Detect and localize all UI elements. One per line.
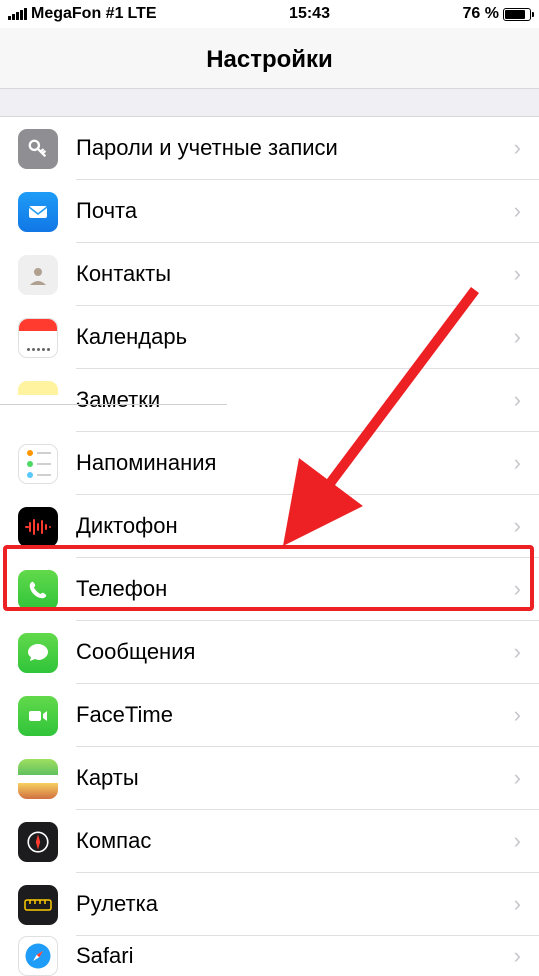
row-facetime[interactable]: FaceTime ›	[0, 684, 539, 747]
row-compass[interactable]: Компас ›	[0, 810, 539, 873]
compass-icon	[18, 822, 58, 862]
row-passwords[interactable]: Пароли и учетные записи ›	[0, 117, 539, 180]
row-voicememo[interactable]: Диктофон ›	[0, 495, 539, 558]
chevron-right-icon: ›	[514, 513, 521, 539]
key-icon	[18, 129, 58, 169]
chevron-right-icon: ›	[514, 261, 521, 287]
chevron-right-icon: ›	[514, 135, 521, 161]
facetime-icon	[18, 696, 58, 736]
row-label: Календарь	[76, 324, 187, 350]
chevron-right-icon: ›	[514, 943, 521, 969]
clock: 15:43	[157, 5, 463, 23]
page-title: Настройки	[0, 28, 539, 89]
safari-icon	[18, 936, 58, 976]
row-label: Телефон	[76, 576, 167, 602]
row-label: Safari	[76, 943, 133, 969]
chevron-right-icon: ›	[514, 891, 521, 917]
reminders-icon	[18, 444, 58, 484]
chevron-right-icon: ›	[514, 198, 521, 224]
signal-icon	[8, 8, 27, 20]
row-label: Сообщения	[76, 639, 195, 665]
carrier-label: MegaFon #1	[31, 5, 123, 23]
chevron-right-icon: ›	[514, 639, 521, 665]
phone-icon	[18, 570, 58, 610]
row-label: Компас	[76, 828, 151, 854]
row-notes[interactable]: Заметки ›	[0, 369, 539, 432]
row-safari[interactable]: Safari ›	[0, 936, 539, 976]
battery-icon	[503, 8, 531, 21]
settings-list: Пароли и учетные записи › Почта › Контакты…	[0, 117, 539, 976]
waveform-icon	[18, 507, 58, 547]
row-label: Пароли и учетные записи	[76, 135, 338, 161]
row-phone[interactable]: Телефон ›	[0, 558, 539, 621]
row-measure[interactable]: Рулетка ›	[0, 873, 539, 936]
mail-icon	[18, 192, 58, 232]
row-reminders[interactable]: Напоминания ›	[0, 432, 539, 495]
row-label: Заметки	[76, 387, 160, 413]
chevron-right-icon: ›	[514, 387, 521, 413]
calendar-icon	[18, 318, 58, 358]
chevron-right-icon: ›	[514, 576, 521, 602]
chevron-right-icon: ›	[514, 450, 521, 476]
battery-percent: 76 %	[463, 5, 499, 23]
chevron-right-icon: ›	[514, 324, 521, 350]
row-label: Контакты	[76, 261, 171, 287]
row-label: Почта	[76, 198, 137, 224]
maps-icon	[18, 759, 58, 799]
notes-icon	[18, 381, 58, 421]
messages-icon	[18, 633, 58, 673]
row-calendar[interactable]: Календарь ›	[0, 306, 539, 369]
row-maps[interactable]: Карты ›	[0, 747, 539, 810]
chevron-right-icon: ›	[514, 828, 521, 854]
row-label: Рулетка	[76, 891, 158, 917]
row-label: Диктофон	[76, 513, 178, 539]
chevron-right-icon: ›	[514, 765, 521, 791]
ruler-icon	[18, 885, 58, 925]
section-spacer	[0, 89, 539, 117]
network-label: LTE	[127, 5, 156, 23]
row-label: Напоминания	[76, 450, 216, 476]
row-messages[interactable]: Сообщения ›	[0, 621, 539, 684]
contacts-icon	[18, 255, 58, 295]
chevron-right-icon: ›	[514, 702, 521, 728]
row-mail[interactable]: Почта ›	[0, 180, 539, 243]
row-label: Карты	[76, 765, 139, 791]
row-contacts[interactable]: Контакты ›	[0, 243, 539, 306]
row-label: FaceTime	[76, 702, 173, 728]
status-bar: MegaFon #1 LTE 15:43 76 %	[0, 0, 539, 28]
